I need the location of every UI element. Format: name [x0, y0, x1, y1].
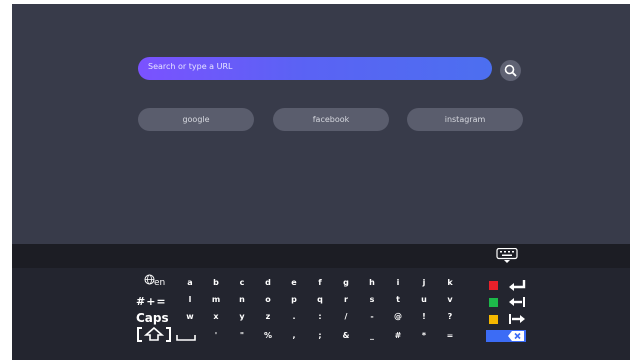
arrow-right-icon[interactable]: [508, 313, 526, 325]
enter-icon[interactable]: [508, 279, 526, 291]
search-icon: [504, 64, 517, 77]
key[interactable]: m: [207, 295, 225, 305]
key[interactable]: l: [181, 295, 199, 305]
key[interactable]: b: [207, 278, 225, 288]
red-key[interactable]: [489, 281, 498, 290]
hide-keyboard-icon[interactable]: [496, 248, 518, 263]
key[interactable]: .: [285, 312, 303, 322]
key[interactable]: /: [337, 312, 355, 322]
on-screen-keyboard: en #+= Caps abcdefghijk lmnopqrstuv wxyz…: [12, 268, 630, 360]
key[interactable]: n: [233, 295, 251, 305]
key[interactable]: e: [285, 278, 303, 288]
key[interactable]: s: [363, 295, 381, 305]
key[interactable]: _: [363, 331, 381, 341]
keyboard-toolbar: [12, 244, 630, 268]
key[interactable]: w: [181, 312, 199, 322]
key[interactable]: *: [415, 331, 433, 341]
key[interactable]: v: [441, 295, 459, 305]
key[interactable]: &: [337, 331, 355, 341]
key[interactable]: o: [259, 295, 277, 305]
key[interactable]: d: [259, 278, 277, 288]
key[interactable]: t: [389, 295, 407, 305]
key[interactable]: x: [207, 312, 225, 322]
key[interactable]: p: [285, 295, 303, 305]
key[interactable]: i: [389, 278, 407, 288]
key[interactable]: :: [311, 312, 329, 322]
green-key[interactable]: [489, 298, 498, 307]
key[interactable]: @: [389, 312, 407, 322]
shortcut-google[interactable]: google: [138, 108, 254, 131]
symbols-key[interactable]: #+=: [136, 295, 167, 308]
key[interactable]: a: [181, 278, 199, 288]
key[interactable]: %: [259, 331, 277, 341]
key[interactable]: k: [441, 278, 459, 288]
space-icon[interactable]: [176, 334, 196, 342]
key[interactable]: r: [337, 295, 355, 305]
key[interactable]: z: [259, 312, 277, 322]
key[interactable]: y: [233, 312, 251, 322]
caps-key[interactable]: Caps: [136, 311, 169, 325]
key[interactable]: h: [363, 278, 381, 288]
key[interactable]: f: [311, 278, 329, 288]
shortcut-instagram[interactable]: instagram: [407, 108, 523, 131]
backspace-icon: [508, 331, 524, 341]
key[interactable]: c: [233, 278, 251, 288]
key[interactable]: q: [311, 295, 329, 305]
key[interactable]: ": [233, 331, 251, 341]
key[interactable]: ;: [311, 331, 329, 341]
key[interactable]: ?: [441, 312, 459, 322]
search-input[interactable]: Search or type a URL: [138, 57, 492, 80]
shortcut-facebook[interactable]: facebook: [273, 108, 389, 131]
browser-screen: Search or type a URL google facebook ins…: [12, 4, 630, 360]
key[interactable]: ': [207, 331, 225, 341]
key[interactable]: j: [415, 278, 433, 288]
key[interactable]: -: [363, 312, 381, 322]
key[interactable]: !: [415, 312, 433, 322]
arrow-left-icon[interactable]: [508, 296, 526, 308]
shift-icon[interactable]: [136, 326, 172, 343]
key[interactable]: ,: [285, 331, 303, 341]
search-button[interactable]: [500, 60, 521, 81]
key[interactable]: u: [415, 295, 433, 305]
backspace-key[interactable]: [486, 330, 526, 342]
key[interactable]: =: [441, 331, 459, 341]
key[interactable]: #: [389, 331, 407, 341]
language-key[interactable]: en: [154, 278, 165, 288]
yellow-key[interactable]: [489, 315, 498, 324]
search-placeholder: Search or type a URL: [148, 62, 233, 71]
key[interactable]: g: [337, 278, 355, 288]
